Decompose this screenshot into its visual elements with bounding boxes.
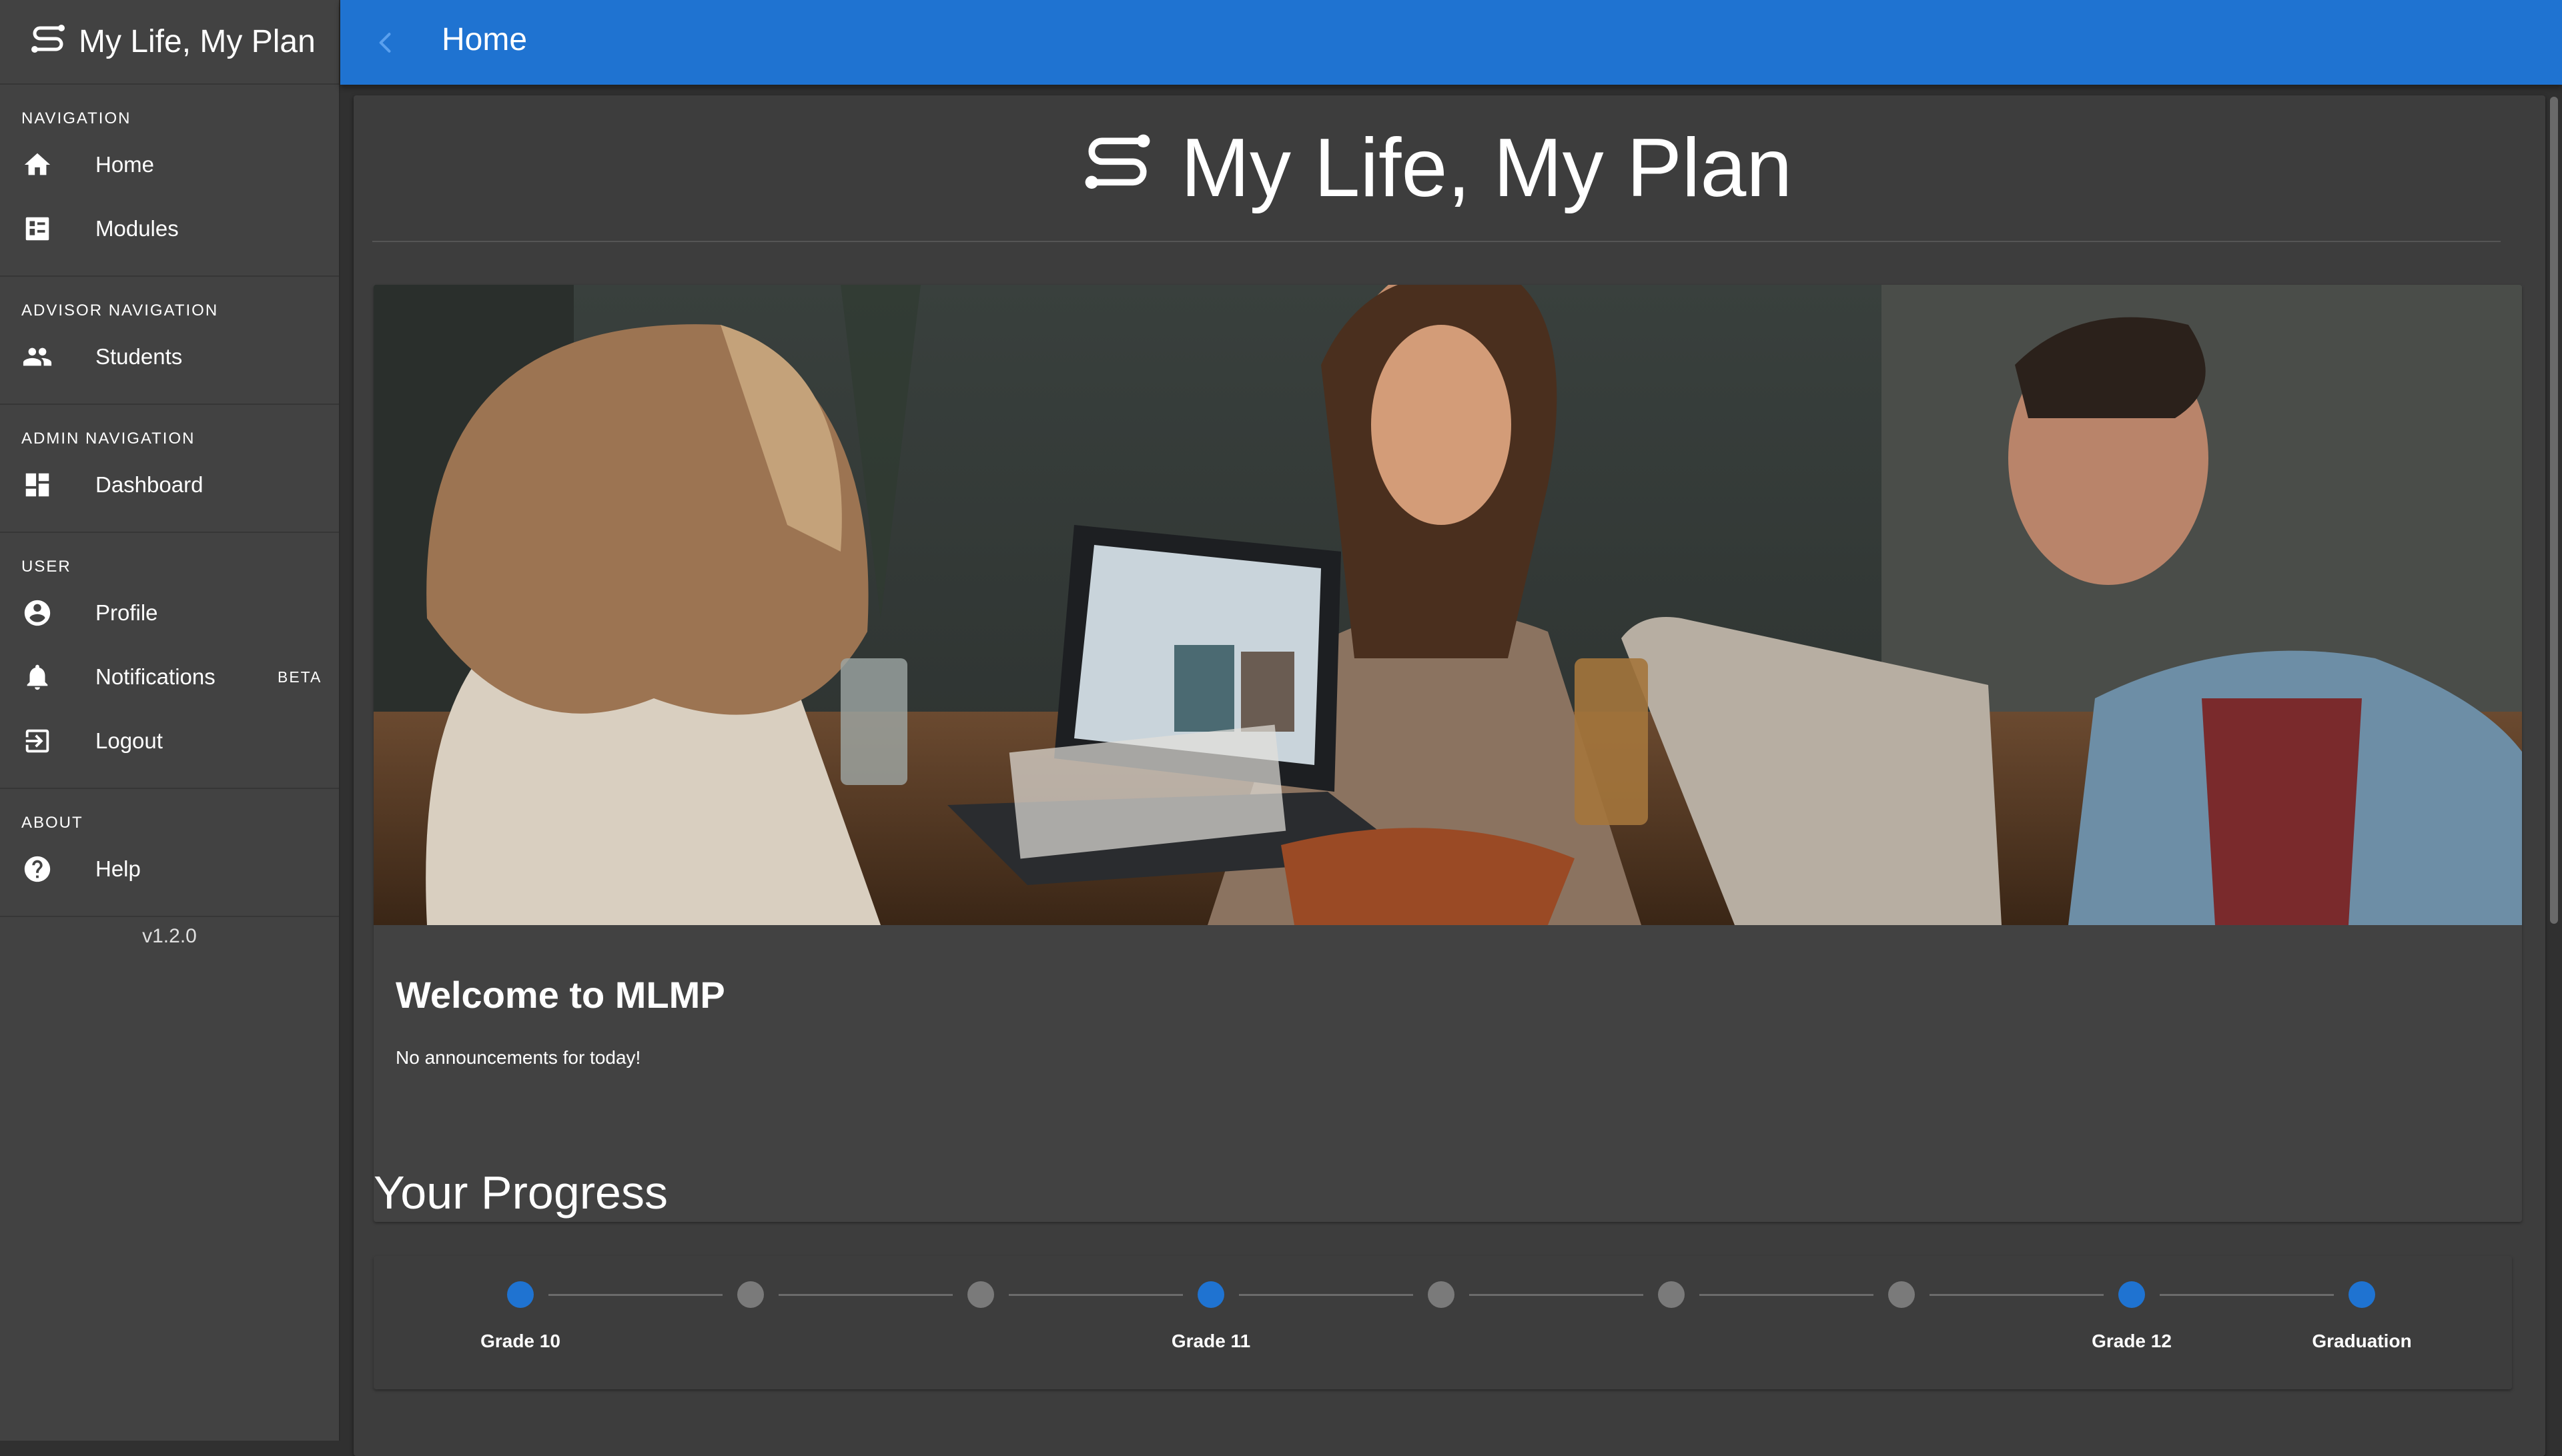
sidebar-item-logout[interactable]: Logout (0, 709, 339, 773)
sidebar-header[interactable]: My Life, My Plan (0, 0, 339, 85)
stepper-connector (1469, 1294, 1643, 1296)
stepper-dot[interactable] (507, 1281, 534, 1308)
page-title: Home (442, 22, 528, 57)
section-about: ABOUT Help (0, 789, 339, 917)
sidebar-item-modules[interactable]: Modules (0, 197, 339, 261)
sidebar-item-label: Dashboard (95, 472, 203, 497)
home-icon (21, 149, 53, 181)
section-admin-navigation: ADMIN NAVIGATION Dashboard (0, 405, 339, 533)
stepper-connector (1239, 1294, 1413, 1296)
stepper-connector (1009, 1294, 1183, 1296)
hero-photo-illustration (374, 285, 2522, 925)
welcome-heading: Welcome to MLMP (396, 974, 725, 1016)
section-navigation: NAVIGATION Home Modules (0, 85, 339, 277)
sidebar-item-label: Notifications (95, 664, 216, 689)
modules-icon (21, 213, 53, 245)
sidebar-item-students[interactable]: Students (0, 325, 339, 389)
stepper-dot[interactable] (967, 1281, 994, 1308)
sidebar-item-dashboard[interactable]: Dashboard (0, 453, 339, 517)
sidebar: My Life, My Plan NAVIGATION Home Modules… (0, 0, 340, 1441)
help-icon (21, 853, 53, 885)
scrollbar[interactable] (2550, 97, 2558, 924)
section-label: NAVIGATION (21, 109, 131, 127)
account-circle-icon (21, 597, 53, 629)
progress-title: Your Progress (374, 1167, 668, 1219)
announcements-text: No announcements for today! (396, 1047, 641, 1068)
sidebar-item-label: Profile (95, 600, 158, 625)
back-button[interactable] (367, 24, 404, 61)
sidebar-item-notifications[interactable]: Notifications BETA (0, 645, 339, 709)
sidebar-item-label: Students (95, 344, 183, 369)
section-label: ABOUT (21, 814, 83, 832)
app-version: v1.2.0 (142, 925, 197, 947)
app-logo-icon (31, 24, 65, 53)
stepper-label: Grade 11 (1171, 1331, 1251, 1351)
stepper-dot[interactable] (1658, 1281, 1685, 1308)
section-label: ADMIN NAVIGATION (21, 430, 195, 448)
stepper-connector (2160, 1294, 2334, 1296)
top-app-bar: Home (340, 0, 2562, 85)
stepper-dot[interactable] (2348, 1281, 2375, 1308)
stepper-dot[interactable] (1888, 1281, 1915, 1308)
stepper-connector (1699, 1294, 1873, 1296)
dashboard-icon (21, 469, 53, 501)
hero-heading: My Life, My Plan (372, 95, 2501, 242)
hero-photo (374, 285, 2522, 925)
section-advisor-navigation: ADVISOR NAVIGATION Students (0, 277, 339, 405)
sidebar-item-label: Help (95, 856, 141, 881)
app-logo-icon (1085, 134, 1150, 189)
bell-icon (21, 661, 53, 693)
stepper-connector (1930, 1294, 2104, 1296)
stepper-dot[interactable] (2118, 1281, 2145, 1308)
sidebar-item-label: Home (95, 152, 155, 177)
beta-badge: BETA (278, 668, 322, 686)
people-icon (21, 341, 53, 373)
stepper-dot[interactable] (1428, 1281, 1454, 1308)
stepper-label: Graduation (2312, 1331, 2412, 1351)
section-user: USER Profile Notifications BETA Logout (0, 533, 339, 789)
sidebar-item-profile[interactable]: Profile (0, 581, 339, 645)
logout-icon (21, 725, 53, 757)
sidebar-item-help[interactable]: Help (0, 837, 339, 901)
stepper-dot[interactable] (737, 1281, 764, 1308)
sidebar-item-label: Logout (95, 728, 163, 753)
welcome-card: Welcome to MLMP No announcements for tod… (374, 285, 2522, 1222)
stepper-label: Grade 10 (480, 1331, 560, 1351)
sidebar-app-title: My Life, My Plan (79, 24, 316, 59)
stepper-dot[interactable] (1198, 1281, 1224, 1308)
section-label: USER (21, 558, 71, 576)
chevron-left-icon (379, 33, 391, 53)
progress-stepper: Grade 10 Grade 11 Grade 12 Graduation (374, 1256, 2512, 1389)
stepper-connector (548, 1294, 723, 1296)
stepper-label: Grade 12 (2092, 1331, 2172, 1351)
stepper-connector (779, 1294, 953, 1296)
section-label: ADVISOR NAVIGATION (21, 301, 219, 319)
main-content: My Life, My Plan Welcome to MLMP No anno… (354, 95, 2545, 1456)
hero-heading-text: My Life, My Plan (1180, 122, 1793, 214)
sidebar-item-label: Modules (95, 216, 179, 241)
sidebar-item-home[interactable]: Home (0, 133, 339, 197)
